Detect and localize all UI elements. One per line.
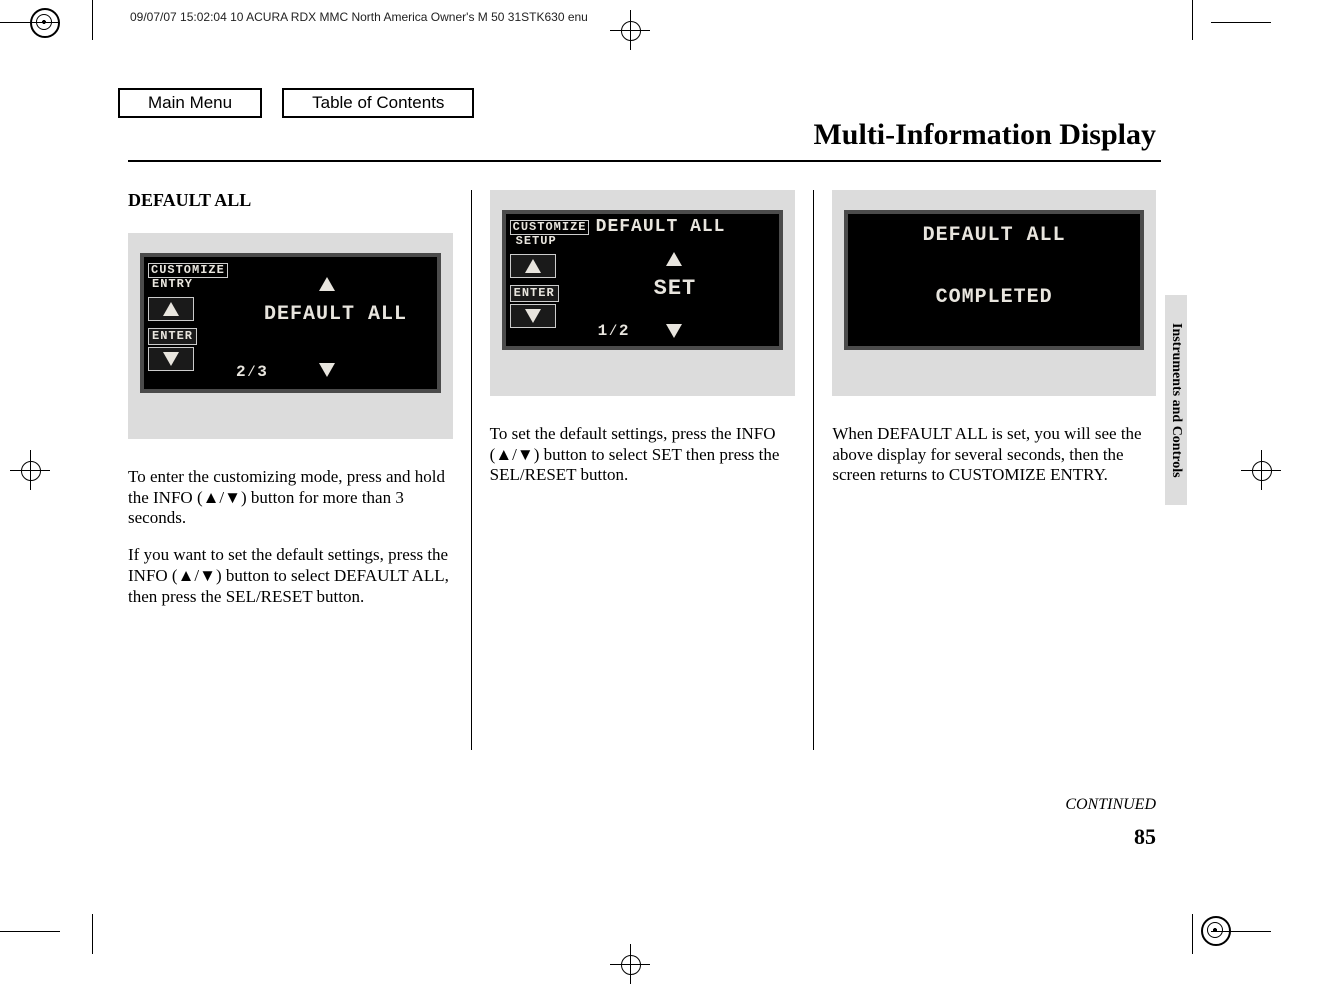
lcd-main-text: DEFAULT ALL: [264, 303, 407, 326]
up-arrow-icon: [666, 252, 682, 266]
screen-illustration-3: DEFAULT ALL COMPLETED: [832, 190, 1156, 396]
title-rule: [128, 160, 1161, 162]
crop-mark: [1192, 0, 1193, 40]
lcd-fraction: 1⁄2: [598, 322, 630, 340]
body-paragraph: To set the default settings, press the I…: [490, 424, 796, 486]
page-number: 85: [1134, 824, 1156, 850]
lcd-title-text: DEFAULT ALL: [596, 217, 726, 237]
down-arrow-icon: [319, 363, 335, 377]
section-heading: DEFAULT ALL: [128, 190, 453, 211]
lcd-fraction: 2⁄3: [236, 363, 268, 381]
registration-mark-icon: [1201, 916, 1231, 946]
crop-mark: [1192, 914, 1193, 954]
lcd-main-text: SET: [654, 276, 697, 301]
header-stamp: 09/07/07 15:02:04 10 ACURA RDX MMC North…: [130, 10, 588, 24]
column-1: DEFAULT ALL CUSTOMIZE ENTRY ENTER DEFAUL…: [128, 190, 471, 750]
lcd-label-customize: CUSTOMIZE: [510, 220, 590, 235]
up-arrow-icon: [319, 277, 335, 291]
lcd-label-entry: ENTRY: [148, 278, 228, 291]
toc-button[interactable]: Table of Contents: [282, 88, 474, 118]
up-arrow-icon: [163, 302, 179, 316]
lcd-label-setup: SETUP: [510, 235, 590, 248]
column-2: CUSTOMIZE SETUP ENTER DEFAULT ALL SET 1⁄…: [471, 190, 814, 750]
screen-illustration-2: CUSTOMIZE SETUP ENTER DEFAULT ALL SET 1⁄…: [490, 190, 796, 396]
down-arrow-icon: [525, 309, 541, 323]
body-paragraph: To enter the customizing mode, press and…: [128, 467, 453, 529]
lcd-label-customize: CUSTOMIZE: [148, 263, 228, 278]
main-menu-button[interactable]: Main Menu: [118, 88, 262, 118]
section-tab: Instruments and Controls: [1165, 295, 1187, 505]
crop-mark: [0, 931, 60, 932]
lcd-enter-label: ENTER: [510, 285, 559, 302]
crop-mark: [1211, 22, 1271, 23]
body-paragraph: When DEFAULT ALL is set, you will see th…: [832, 424, 1156, 486]
crop-mark: [92, 0, 93, 40]
lcd-main-text: COMPLETED: [848, 286, 1140, 309]
down-arrow-icon: [666, 324, 682, 338]
lcd-enter-label: ENTER: [148, 328, 197, 345]
down-arrow-icon: [163, 352, 179, 366]
column-3: DEFAULT ALL COMPLETED When DEFAULT ALL i…: [813, 190, 1156, 750]
registration-mark-icon: [30, 8, 60, 38]
up-arrow-icon: [525, 259, 541, 273]
screen-illustration-1: CUSTOMIZE ENTRY ENTER DEFAULT ALL 2⁄3: [128, 233, 453, 439]
body-paragraph: If you want to set the default settings,…: [128, 545, 453, 607]
lcd-title-text: DEFAULT ALL: [848, 224, 1140, 247]
crop-mark: [92, 914, 93, 954]
page-title: Multi-Information Display: [813, 118, 1156, 152]
continued-label: CONTINUED: [1065, 796, 1156, 814]
